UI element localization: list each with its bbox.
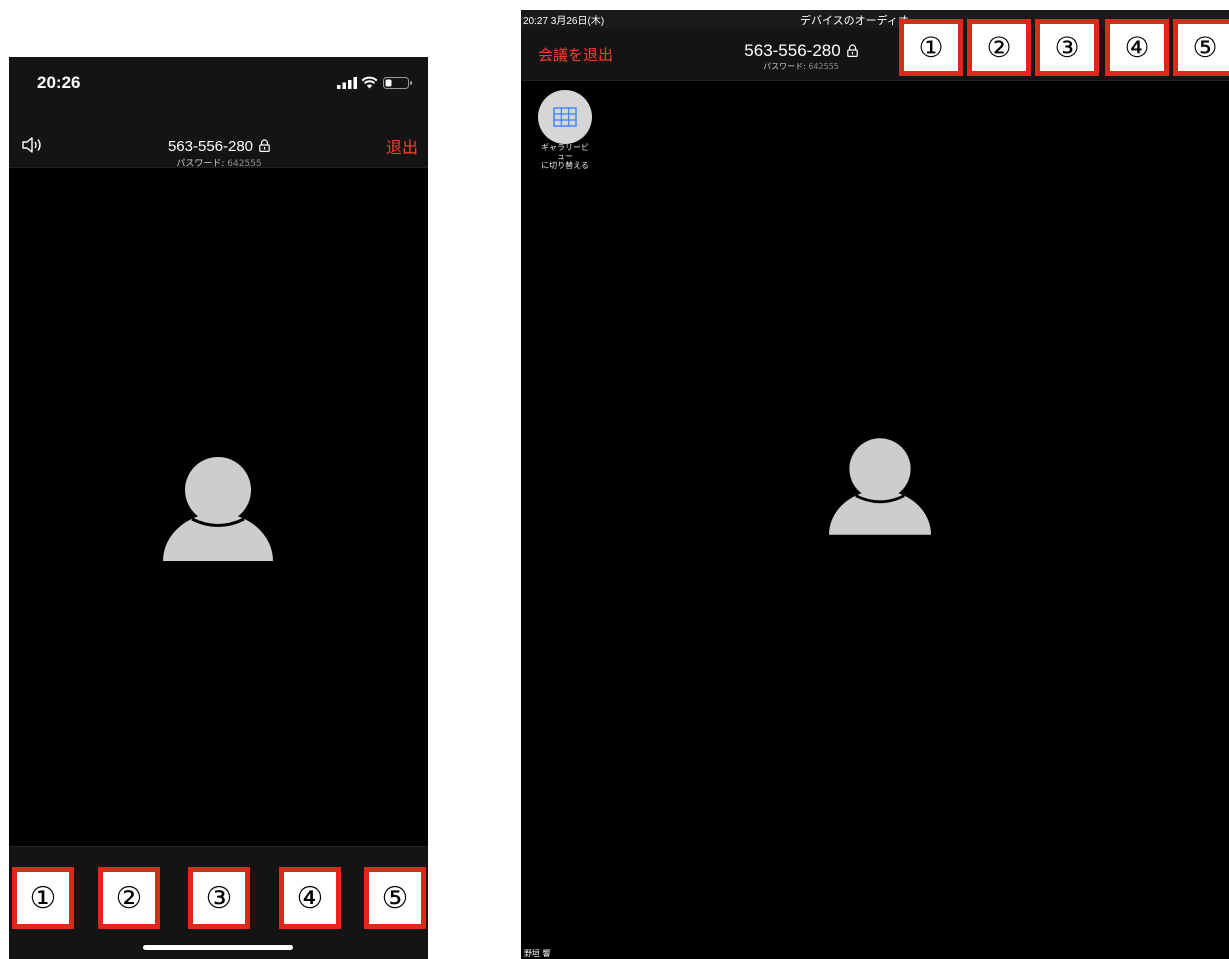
marker-4[interactable]: ④: [1105, 19, 1169, 76]
leave-meeting-button[interactable]: 会議を退出: [538, 44, 613, 65]
marker-3[interactable]: ③: [1035, 19, 1099, 76]
meeting-info: 563-556-280 パスワード: 642555: [701, 41, 901, 72]
lock-icon: [259, 139, 270, 152]
gallery-label-line-3: に切り替える: [541, 161, 589, 170]
lock-icon: [846, 44, 858, 57]
home-indicator[interactable]: [143, 945, 293, 950]
password-label: パスワード:: [176, 159, 225, 169]
password-label: パスワード:: [763, 62, 806, 71]
status-center-text: デバイスのオーディオ: [800, 14, 909, 27]
password-value: 642555: [808, 62, 839, 71]
meeting-id: 563-556-280: [167, 138, 254, 155]
grid-icon: [553, 107, 577, 127]
phone-screen: 20:26 563-556-280 パスワード: 642555 退出 ① ② ③…: [9, 57, 428, 959]
marker-1[interactable]: ①: [899, 19, 963, 76]
marker-2[interactable]: ②: [98, 867, 160, 929]
password-line: パスワード: 642555: [701, 61, 901, 72]
marker-2[interactable]: ②: [967, 19, 1031, 76]
gallery-view-label: ギャラリービ ュー に切り替える: [527, 143, 603, 170]
participant-avatar-icon: [163, 457, 273, 561]
speaker-icon[interactable]: [21, 136, 45, 154]
tablet-screen: 20:27 3月26日(木) デバイスのオーディオ 会議を退出 563-556-…: [521, 10, 1229, 959]
meeting-info: 563-556-280 パスワード: 642555: [119, 136, 319, 169]
wifi-icon: [361, 76, 378, 89]
participant-name: 野垣 響: [524, 949, 551, 958]
marker-5[interactable]: ⑤: [1173, 19, 1229, 76]
battery-icon: [383, 77, 412, 89]
exit-button[interactable]: 退出: [386, 134, 418, 158]
password-value: 642555: [227, 159, 262, 169]
marker-1[interactable]: ①: [12, 867, 74, 929]
cellular-signal-icon: [337, 77, 357, 89]
gallery-label-line-2: ュー: [557, 152, 573, 161]
gallery-label-line-1: ギャラリービ: [541, 143, 589, 152]
password-line: パスワード: 642555: [119, 156, 319, 169]
status-time: 20:26: [37, 73, 81, 92]
gallery-view-button[interactable]: [538, 90, 592, 144]
status-time-date: 20:27 3月26日(木): [523, 16, 605, 27]
participant-avatar-icon: [829, 438, 931, 535]
meeting-id: 563-556-280: [744, 41, 841, 60]
marker-5[interactable]: ⑤: [364, 867, 426, 929]
marker-3[interactable]: ③: [188, 867, 250, 929]
marker-4[interactable]: ④: [279, 867, 341, 929]
